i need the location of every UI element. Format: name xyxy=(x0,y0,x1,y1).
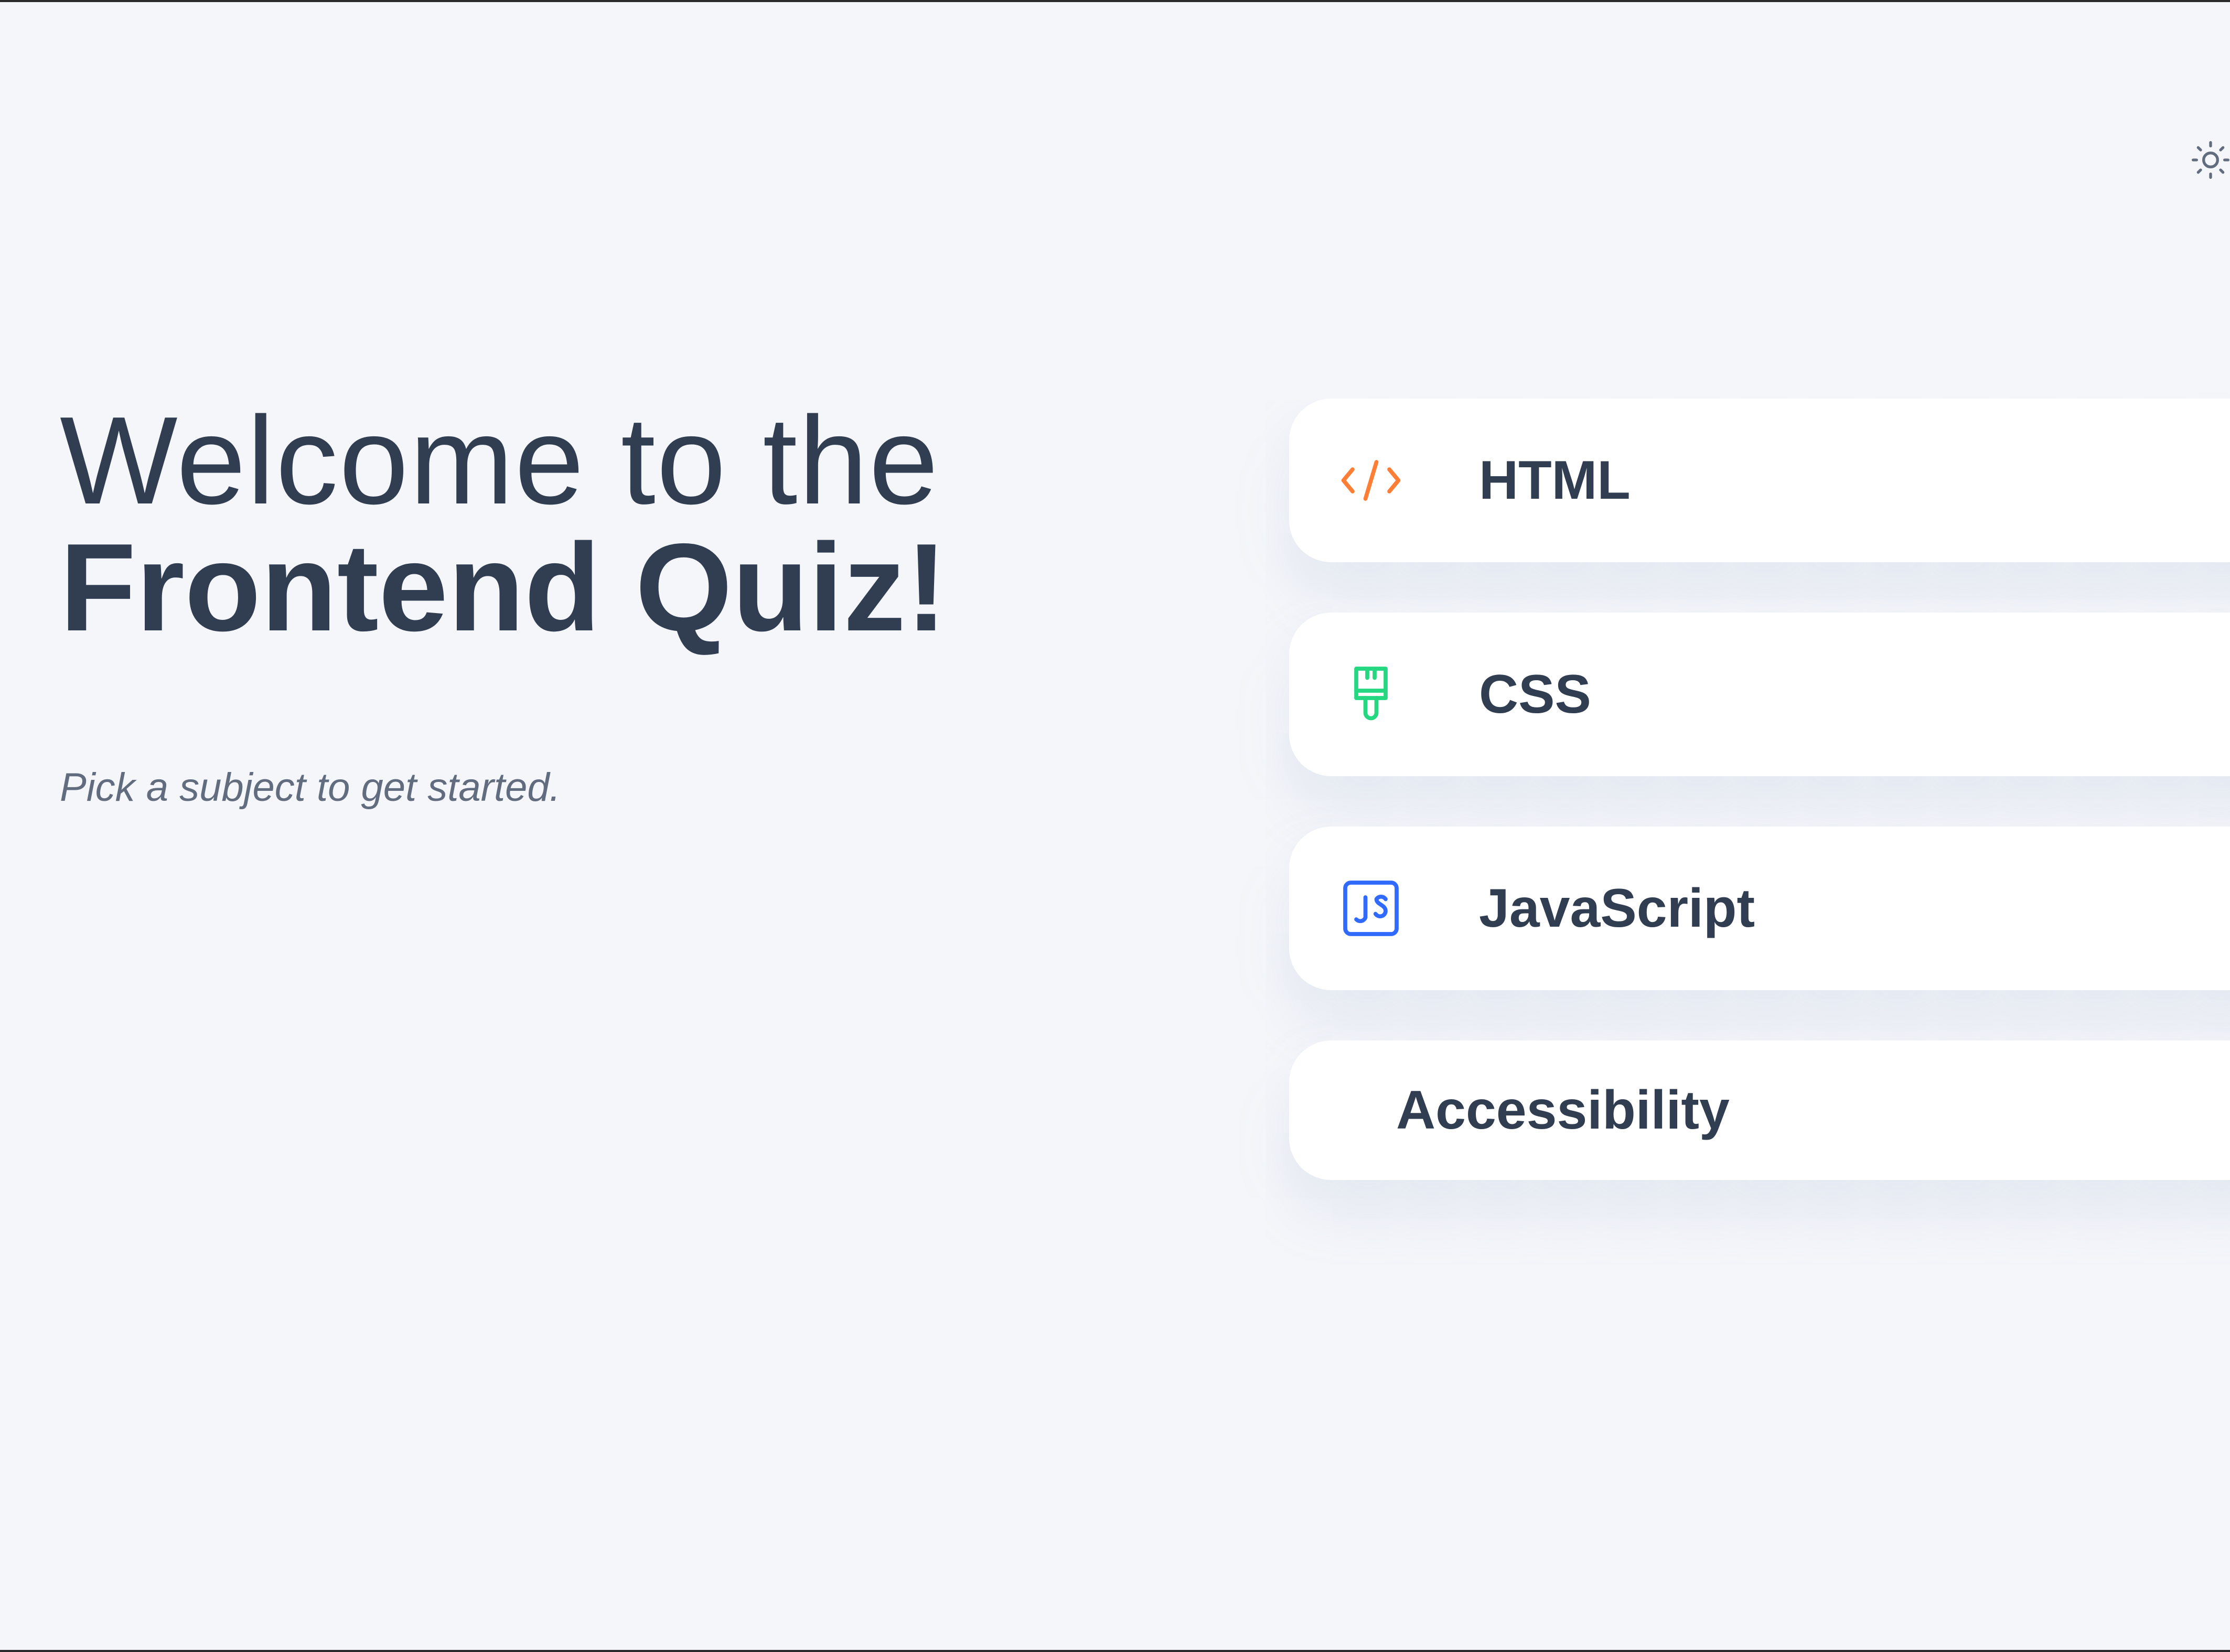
js-icon xyxy=(1334,872,1408,945)
welcome-subtitle: Pick a subject to get started. xyxy=(60,765,561,810)
subject-label: CSS xyxy=(1479,663,1591,725)
welcome-line-2: Frontend Quiz! xyxy=(60,518,948,657)
welcome-line-1: Welcome to the xyxy=(60,391,940,530)
window-frame xyxy=(0,0,2230,1652)
sun-icon xyxy=(2190,139,2230,184)
subject-label: HTML xyxy=(1479,449,1631,511)
code-icon xyxy=(1334,444,1408,517)
subject-label: JavaScript xyxy=(1479,877,1755,939)
subject-accessibility-button[interactable]: Accessibility xyxy=(1289,1040,2230,1180)
subject-label: Accessibility xyxy=(1396,1079,1730,1141)
subject-javascript-button[interactable]: JavaScript xyxy=(1289,827,2230,990)
subject-html-button[interactable]: HTML xyxy=(1289,399,2230,562)
welcome-heading: Welcome to the Frontend Quiz! xyxy=(60,399,1214,650)
subject-css-button[interactable]: CSS xyxy=(1289,613,2230,776)
paintbrush-icon xyxy=(1334,658,1408,731)
theme-toggle-button[interactable] xyxy=(2187,137,2230,185)
